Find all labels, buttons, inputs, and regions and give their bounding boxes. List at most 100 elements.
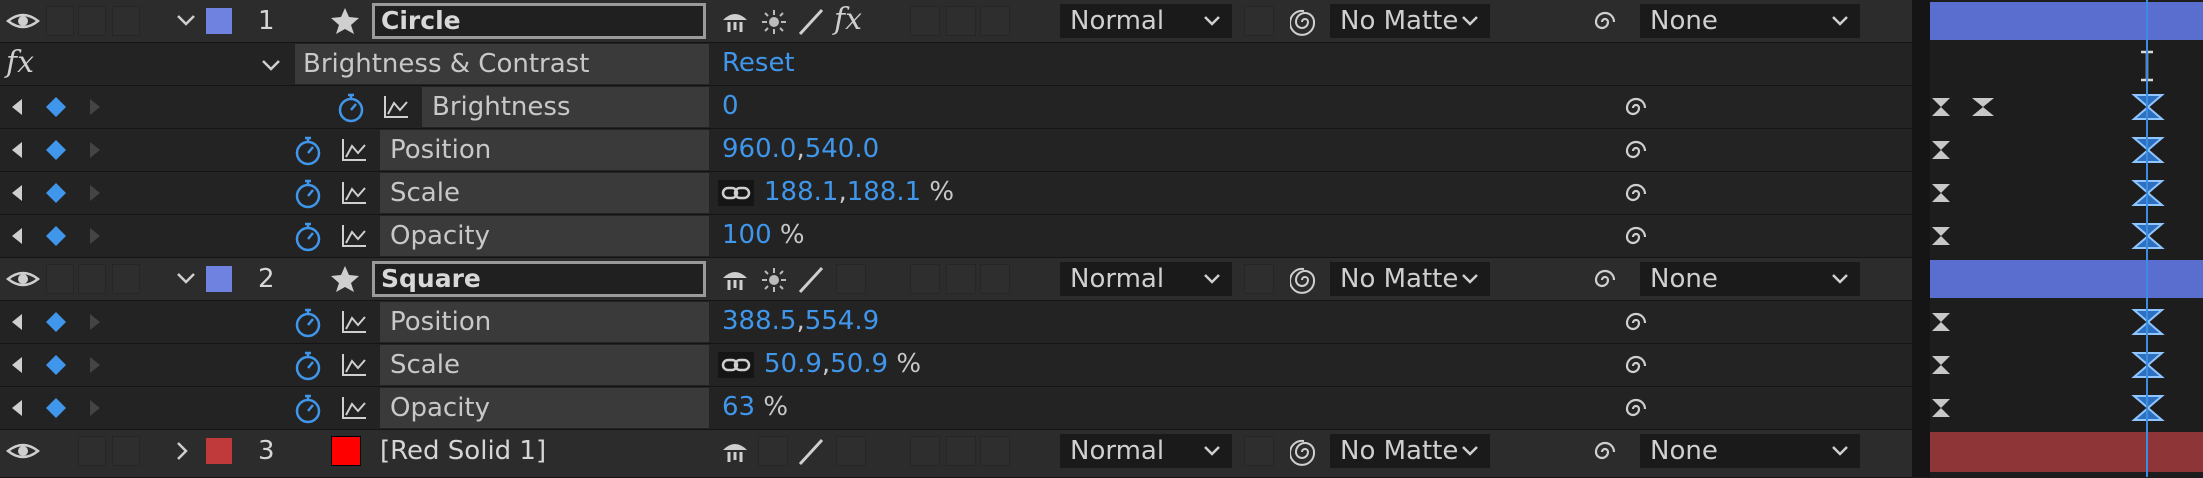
selected-keyframe-icon[interactable]	[2130, 221, 2166, 255]
shy-icon[interactable]	[720, 266, 750, 296]
prev-keyframe-icon[interactable]	[10, 313, 24, 335]
stopwatch-icon[interactable]	[293, 221, 323, 257]
motion-blur-switch[interactable]	[910, 6, 940, 36]
scale-y[interactable]: 50.9	[830, 349, 888, 379]
3d-switch[interactable]	[980, 436, 1010, 466]
next-keyframe-icon[interactable]	[88, 356, 102, 378]
effect-name-field[interactable]: Brightness & Contrast	[295, 44, 709, 84]
property-row-position[interactable]: Position 388.5,554.9	[0, 301, 1912, 344]
next-keyframe-icon[interactable]	[88, 98, 102, 120]
track-matte-dropdown[interactable]: No Matte	[1330, 262, 1490, 296]
keyframe-marker-icon[interactable]	[1930, 96, 1952, 122]
lock-switch[interactable]	[112, 436, 140, 466]
next-keyframe-icon[interactable]	[88, 313, 102, 335]
selected-keyframe-icon[interactable]	[2130, 350, 2166, 384]
scale-value[interactable]: 188.1,188.1 %	[764, 172, 954, 212]
mode-dropdown[interactable]: Normal	[1060, 4, 1232, 38]
keyframe-marker-icon[interactable]	[1970, 96, 1996, 122]
expression-pickwhip-icon[interactable]	[1622, 223, 1650, 255]
expression-pickwhip-icon[interactable]	[1622, 309, 1650, 341]
prev-keyframe-icon[interactable]	[10, 141, 24, 163]
property-row-opacity[interactable]: Opacity 63 %	[0, 387, 1912, 430]
track-matte-spiral-icon[interactable]	[1289, 266, 1320, 298]
track-matte-spiral-icon[interactable]	[1289, 8, 1320, 40]
selected-keyframe-icon[interactable]	[2130, 135, 2166, 169]
position-x[interactable]: 960.0	[722, 134, 796, 164]
adjustment-switch[interactable]	[946, 264, 976, 294]
keyframe-marker-icon[interactable]	[1930, 311, 1952, 337]
next-keyframe-icon[interactable]	[88, 141, 102, 163]
opacity-number[interactable]: 63	[722, 392, 755, 422]
audio-switch[interactable]	[78, 436, 106, 466]
preserve-transparency-switch[interactable]	[1244, 6, 1274, 36]
selected-keyframe-icon[interactable]	[2130, 178, 2166, 212]
quality-slash-icon[interactable]	[797, 266, 825, 298]
stopwatch-icon[interactable]	[293, 350, 323, 386]
parent-dropdown[interactable]: None	[1640, 434, 1860, 468]
label-color-swatch[interactable]	[206, 438, 232, 464]
preserve-transparency-switch[interactable]	[1244, 436, 1274, 466]
playhead-line[interactable]	[2146, 0, 2148, 477]
constrain-proportions-link-icon[interactable]	[718, 180, 754, 210]
adjustment-switch[interactable]	[946, 6, 976, 36]
eye-icon[interactable]	[5, 8, 41, 38]
reset-link[interactable]: Reset	[722, 43, 795, 83]
solo-switch[interactable]	[78, 264, 106, 294]
scale-x[interactable]: 188.1	[764, 177, 838, 207]
graph-icon[interactable]	[340, 309, 368, 339]
shy-icon[interactable]	[720, 8, 750, 38]
chevron-down-icon[interactable]	[260, 55, 282, 79]
parent-pickwhip-icon[interactable]	[1590, 266, 1620, 298]
fx-switch[interactable]	[836, 264, 866, 294]
eye-icon[interactable]	[5, 266, 41, 296]
keyframe-marker-icon[interactable]	[1930, 225, 1952, 251]
stopwatch-icon[interactable]	[293, 135, 323, 171]
track-matte-dropdown[interactable]: No Matte	[1330, 434, 1490, 468]
layer-name-field[interactable]: Circle	[372, 3, 706, 39]
next-keyframe-icon[interactable]	[88, 227, 102, 249]
fx-switch-icon[interactable]: fx	[834, 0, 862, 40]
panel-divider[interactable]	[1912, 0, 1930, 477]
graph-icon[interactable]	[382, 94, 410, 124]
graph-icon[interactable]	[340, 180, 368, 210]
3d-switch[interactable]	[980, 264, 1010, 294]
label-color-swatch[interactable]	[206, 8, 232, 34]
lock-switch[interactable]	[112, 6, 140, 36]
position-value[interactable]: 960.0,540.0	[722, 129, 879, 169]
scale-x[interactable]: 50.9	[764, 349, 822, 379]
fx-switch[interactable]	[836, 436, 866, 466]
keyframe-diamond-icon[interactable]	[45, 225, 67, 251]
stopwatch-icon[interactable]	[293, 178, 323, 214]
collapse-sun-icon[interactable]	[760, 8, 788, 40]
brightness-value[interactable]: 0	[722, 86, 739, 126]
shy-icon[interactable]	[720, 438, 750, 468]
position-y[interactable]: 540.0	[805, 134, 879, 164]
stopwatch-icon[interactable]	[293, 307, 323, 343]
eye-icon[interactable]	[5, 438, 41, 468]
chevron-down-icon[interactable]	[175, 268, 197, 292]
mode-dropdown[interactable]: Normal	[1060, 262, 1232, 296]
parent-dropdown[interactable]: None	[1640, 262, 1860, 296]
selected-keyframe-icon[interactable]	[2130, 307, 2166, 341]
position-value[interactable]: 388.5,554.9	[722, 301, 879, 341]
timeline-area[interactable]	[1930, 0, 2203, 477]
position-x[interactable]: 388.5	[722, 306, 796, 336]
layer-row-square[interactable]: 2 Square Normal No Matte None	[0, 258, 1912, 301]
layer-duration-bar-square[interactable]	[1930, 260, 2203, 298]
preserve-transparency-switch[interactable]	[1244, 264, 1274, 294]
expression-pickwhip-icon[interactable]	[1622, 180, 1650, 212]
parent-pickwhip-icon[interactable]	[1590, 438, 1620, 470]
opacity-number[interactable]: 100	[722, 220, 772, 250]
lock-switch[interactable]	[112, 264, 140, 294]
expression-pickwhip-icon[interactable]	[1622, 395, 1650, 427]
collapse-switch[interactable]	[758, 436, 788, 466]
next-keyframe-icon[interactable]	[88, 399, 102, 421]
property-row-scale[interactable]: Scale 188.1,188.1 %	[0, 172, 1912, 215]
keyframe-marker-icon[interactable]	[1930, 354, 1952, 380]
layer-row-circle[interactable]: 1 Circle fx Normal No Matte None	[0, 0, 1912, 43]
quality-slash-icon[interactable]	[797, 8, 825, 40]
keyframe-diamond-icon[interactable]	[45, 96, 67, 122]
audio-switch[interactable]	[46, 264, 74, 294]
graph-icon[interactable]	[340, 395, 368, 425]
layer-name-field[interactable]: Square	[372, 261, 706, 297]
